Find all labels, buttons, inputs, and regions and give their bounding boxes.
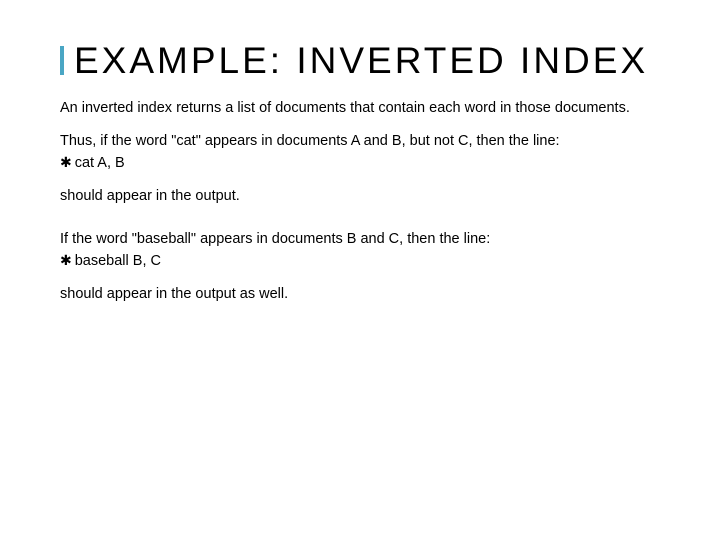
- spacer: [60, 220, 660, 230]
- bullet-cat: ✱cat A, B: [60, 153, 660, 173]
- paragraph-cat-setup: Thus, if the word "cat" appears in docum…: [60, 132, 660, 151]
- paragraph-intro: An inverted index returns a list of docu…: [60, 99, 660, 118]
- bullet-baseball-text: baseball B, C: [75, 253, 161, 269]
- bullet-baseball: ✱baseball B, C: [60, 251, 660, 271]
- slide-title: EXAMPLE: INVERTED INDEX: [74, 40, 660, 81]
- bullet-cat-text: cat A, B: [75, 155, 125, 171]
- slide-body: An inverted index returns a list of docu…: [60, 99, 660, 303]
- paragraph-baseball-setup: If the word "baseball" appears in docume…: [60, 230, 660, 249]
- paragraph-cat-result: should appear in the output.: [60, 187, 660, 206]
- star-bullet-icon: ✱: [60, 153, 72, 171]
- title-block: EXAMPLE: INVERTED INDEX: [60, 40, 660, 81]
- star-bullet-icon: ✱: [60, 251, 72, 269]
- paragraph-baseball-result: should appear in the output as well.: [60, 285, 660, 304]
- slide: EXAMPLE: INVERTED INDEX An inverted inde…: [0, 0, 720, 540]
- title-accent-bar: [60, 46, 64, 75]
